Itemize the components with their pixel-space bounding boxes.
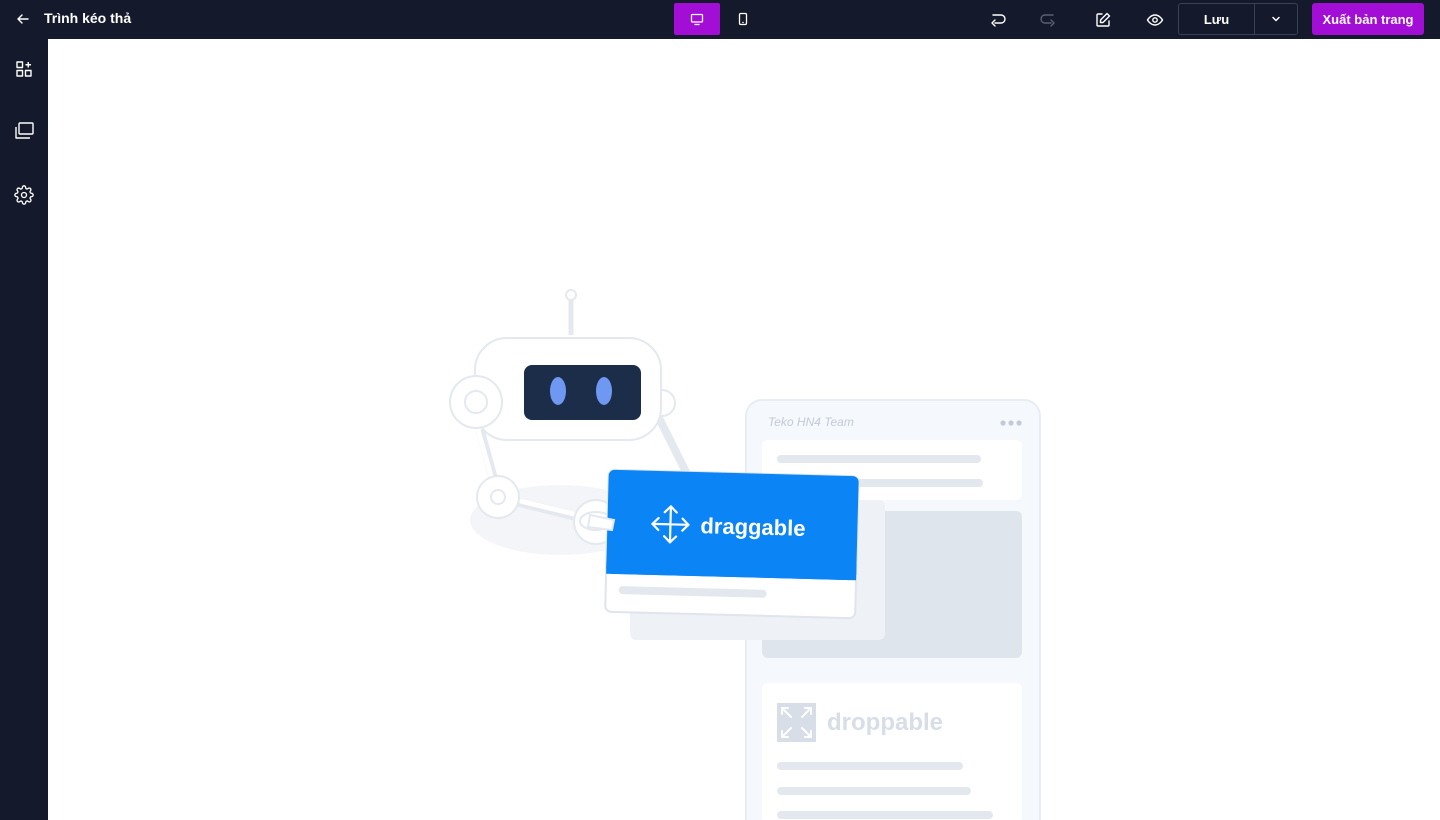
gear-icon	[14, 185, 34, 205]
save-options-button[interactable]	[1255, 4, 1297, 34]
desktop-icon	[690, 13, 704, 26]
arrow-left-icon	[17, 14, 29, 24]
edit-button[interactable]	[1090, 7, 1116, 33]
redo-icon	[1040, 14, 1055, 27]
sidebar-item-settings[interactable]	[11, 182, 37, 208]
preview-button[interactable]	[1142, 7, 1168, 33]
back-button[interactable]	[12, 8, 34, 30]
sidebar-item-blocks[interactable]	[11, 56, 37, 82]
save-button-group: Lưu	[1178, 3, 1298, 35]
publish-button[interactable]: Xuất bản trang	[1312, 3, 1424, 35]
mobile-view-button[interactable]	[720, 3, 766, 35]
draggable-label: draggable	[700, 513, 806, 541]
droppable-label: droppable	[827, 709, 943, 736]
expand-icon	[777, 703, 816, 742]
undo-button[interactable]	[985, 7, 1011, 33]
editor-canvas[interactable]: Teko HN4 Team droppable draggable	[48, 39, 1440, 820]
left-sidebar	[0, 39, 48, 820]
save-button[interactable]: Lưu	[1179, 4, 1255, 34]
pages-icon	[15, 122, 34, 139]
draggable-card: draggable	[586, 468, 885, 640]
page-title: Trình kéo thả	[44, 10, 132, 26]
eye-icon	[1146, 14, 1164, 26]
add-block-icon	[16, 61, 32, 77]
drag-drop-illustration: Teko HN4 Team droppable draggable	[449, 289, 1041, 820]
sidebar-item-pages[interactable]	[11, 118, 37, 144]
card-header-text: Teko HN4 Team	[768, 415, 854, 429]
chevron-down-icon	[1272, 16, 1280, 22]
desktop-view-button[interactable]	[674, 3, 720, 35]
undo-icon	[991, 14, 1006, 27]
top-bar: Trình kéo thả Lưu Xuất bản trang	[0, 0, 1440, 39]
redo-button[interactable]	[1035, 7, 1061, 33]
mobile-icon	[738, 12, 748, 26]
edit-icon	[1096, 12, 1111, 27]
more-dots-icon	[1000, 420, 1022, 426]
